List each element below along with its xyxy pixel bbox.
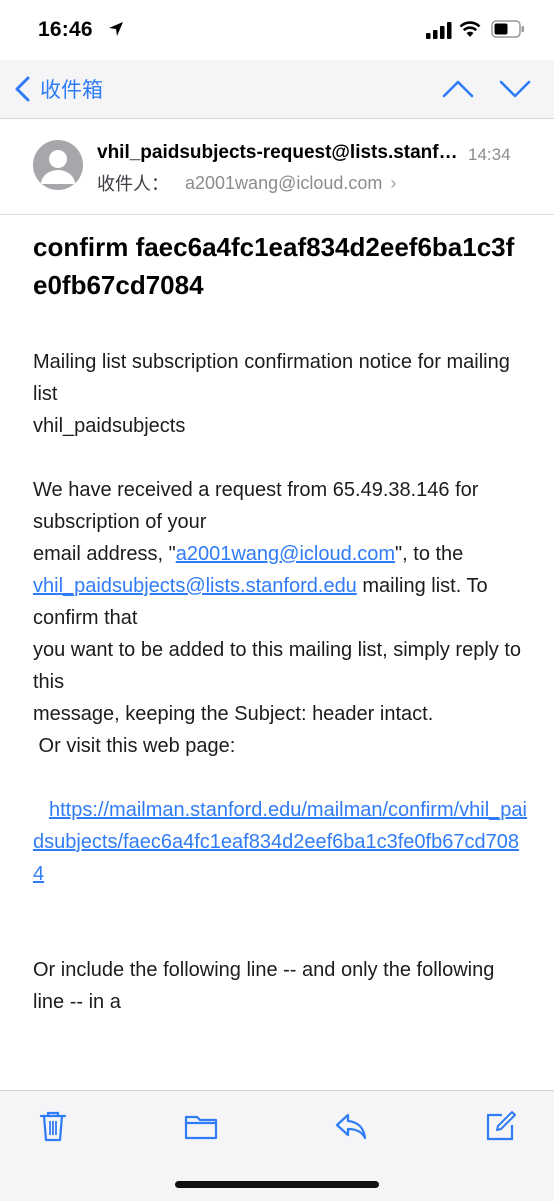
chevron-down-icon[interactable] <box>497 74 533 104</box>
body-line: Or visit this web page: <box>33 735 236 757</box>
cellular-signal-icon <box>426 22 452 39</box>
body-line: We have received a request from 65.49.38… <box>33 479 479 533</box>
body-line: https://mailman.stanford.edu/mailman/con… <box>33 794 528 890</box>
body-text-fragment: email address, " <box>33 543 176 565</box>
folder-icon[interactable] <box>183 1109 219 1143</box>
location-arrow-icon <box>109 22 123 36</box>
status-bar: 16:46 <box>0 0 554 60</box>
chevron-up-icon[interactable] <box>440 74 476 104</box>
trash-icon[interactable] <box>35 1109 71 1143</box>
email-link[interactable]: a2001wang@icloud.com <box>176 543 395 565</box>
mailing-list-link[interactable]: vhil_paidsubjects@lists.stanford.edu <box>33 575 357 597</box>
message-content: confirm faec6a4fc1eaf834d2eef6ba1c3fe0fb… <box>33 228 528 1018</box>
body-line: Or include the following line -- and onl… <box>33 959 495 1013</box>
chevron-right-icon[interactable]: › <box>390 173 396 194</box>
nav-bar: 收件箱 <box>0 60 554 119</box>
body-line: you want to be added to this mailing lis… <box>33 639 522 693</box>
body-line: vhil_paidsubjects <box>33 415 186 437</box>
wifi-icon <box>459 21 481 37</box>
avatar[interactable] <box>33 140 83 190</box>
recipient-address[interactable]: a2001wang@icloud.com <box>185 173 382 194</box>
body-line: message, keeping the Subject: header int… <box>33 703 434 725</box>
battery-icon <box>491 20 524 38</box>
reply-icon[interactable] <box>333 1109 369 1143</box>
message-header: vhil_paidsubjects-request@lists.stanford… <box>0 118 554 215</box>
message-body: Mailing list subscription confirmation n… <box>33 346 528 1018</box>
body-line: email address, "a2001wang@icloud.com", t… <box>33 538 528 570</box>
back-to-inbox-button[interactable]: 收件箱 <box>14 72 103 106</box>
chevron-left-icon <box>15 76 30 102</box>
body-text-fragment: ", to the <box>395 543 464 565</box>
home-indicator[interactable] <box>175 1181 379 1188</box>
recipient-label: 收件人： <box>97 174 169 194</box>
message-time: 14:34 <box>468 145 511 164</box>
confirm-url-link[interactable]: https://mailman.stanford.edu/mailman/con… <box>33 799 527 885</box>
person-icon <box>41 150 75 184</box>
back-label: 收件箱 <box>40 79 103 102</box>
body-line: vhil_paidsubjects@lists.stanford.edu mai… <box>33 570 528 634</box>
message-subject: confirm faec6a4fc1eaf834d2eef6ba1c3fe0fb… <box>33 232 515 300</box>
recipient-row: 收件人： a2001wang@icloud.com › <box>97 170 396 196</box>
compose-icon[interactable] <box>482 1109 518 1143</box>
sender-address[interactable]: vhil_paidsubjects-request@lists.stanford… <box>97 142 462 164</box>
status-time: 16:46 <box>38 18 93 41</box>
body-line: Mailing list subscription confirmation n… <box>33 351 510 405</box>
